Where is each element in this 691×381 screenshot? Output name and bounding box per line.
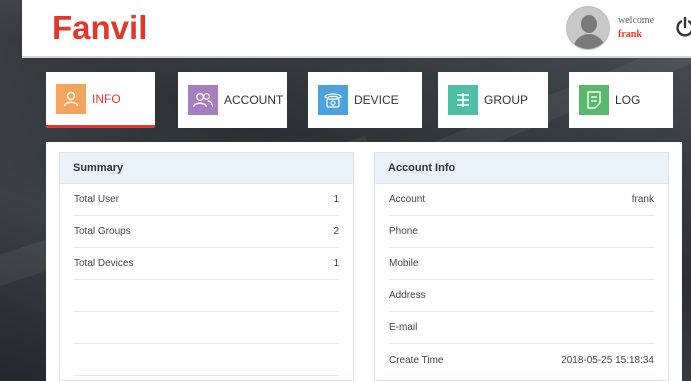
fanvil-logo: Fanvil [52,9,148,46]
row-value: 1 [333,258,339,269]
tab-device[interactable]: DEVICE [308,72,422,128]
account-info-row: Mobile [389,248,654,280]
row-value: frank [631,194,654,205]
row-label: Phone [389,226,418,237]
phone-icon [318,85,348,115]
account-info-row: E-mail [389,312,654,344]
summary-row [74,344,339,376]
group-icon [448,85,478,115]
summary-row [74,280,339,312]
account-info-panel: Account Info Account frank Phone Mobile … [374,152,669,381]
tab-info-label: INFO [92,91,121,106]
users-icon [188,85,218,115]
account-info-row: Account frank [389,184,654,216]
content-area: Summary Total User 1 Total Groups 2 Tota… [46,142,682,381]
tab-log[interactable]: LOG [569,72,673,128]
account-info-row: Phone [389,216,654,248]
tab-group-label: GROUP [484,93,529,107]
row-label: Mobile [389,258,419,269]
user-avatar[interactable] [566,6,610,50]
row-label: Total User [74,194,120,205]
account-info-title: Account Info [375,153,668,184]
summary-row: Total Groups 2 [74,216,339,248]
row-label: Total Groups [74,226,131,237]
tab-group[interactable]: GROUP [438,72,548,128]
row-value: 1 [333,194,339,205]
tab-account[interactable]: ACCOUNT [178,72,287,128]
row-label: E-mail [389,322,418,333]
welcome-text: welcome [618,15,655,26]
summary-row: Total User 1 [74,184,339,216]
tab-info[interactable]: INFO [46,72,155,128]
row-label: Address [389,290,426,301]
row-value: 2 [333,226,339,237]
row-label: Account [389,194,426,205]
tab-log-label: LOG [615,93,641,107]
summary-title: Summary [60,153,353,184]
power-icon[interactable] [674,16,691,38]
summary-panel: Summary Total User 1 Total Groups 2 Tota… [59,152,354,381]
summary-row: Total Devices 1 [74,248,339,280]
account-info-row: Create Time 2018-05-25 15:18:34 [389,344,654,376]
username-text: frank [618,29,642,40]
summary-row [74,312,339,344]
row-label: Total Devices [74,258,134,269]
row-label: Create Time [389,354,444,366]
log-icon [579,85,609,115]
tab-account-label: ACCOUNT [224,93,284,107]
row-value: 2018-05-25 15:18:34 [561,354,654,366]
account-info-row: Address [389,280,654,312]
user-icon [56,83,86,114]
top-header: Fanvil welcome frank [22,0,691,58]
tab-device-label: DEVICE [354,93,399,107]
